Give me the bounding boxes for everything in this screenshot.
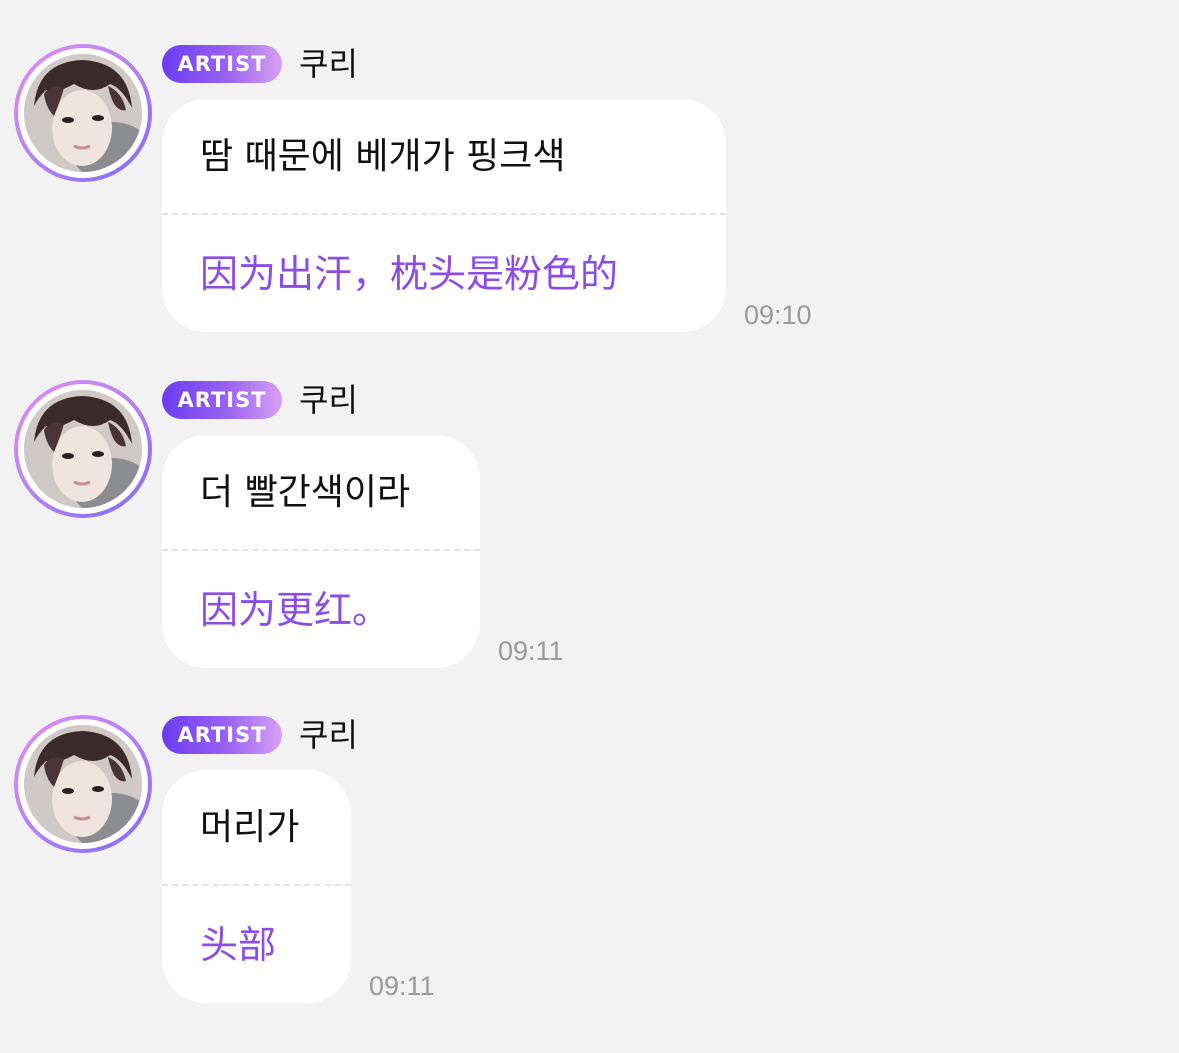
chat-message: ARTIST 쿠리 땀 때문에 베개가 핑크색 因为出汗，枕头是粉色的 09:1… — [0, 0, 1179, 335]
avatar[interactable] — [14, 715, 152, 853]
artist-badge: ARTIST — [162, 716, 282, 754]
message-translation-text: 因为出汗，枕头是粉色的 — [200, 252, 619, 296]
message-timestamp: 09:10 — [744, 300, 812, 330]
avatar-photo-icon — [24, 390, 142, 508]
avatar-photo-icon — [24, 54, 142, 172]
sender-name[interactable]: 쿠리 — [299, 42, 358, 86]
message-timestamp: 09:11 — [369, 971, 435, 1001]
avatar-photo-icon — [24, 725, 142, 843]
message-timestamp: 09:11 — [498, 636, 564, 666]
message-original-text: 더 빨간색이라 — [200, 472, 411, 513]
message-translation-text: 因为更红。 — [200, 588, 391, 632]
message-bubble[interactable]: 머리가 头部 — [162, 770, 351, 1003]
sender-name[interactable]: 쿠리 — [299, 713, 358, 757]
avatar[interactable] — [14, 44, 152, 182]
message-original-text: 땀 때문에 베개가 핑크색 — [200, 136, 566, 177]
artist-badge: ARTIST — [162, 381, 282, 419]
avatar[interactable] — [14, 380, 152, 518]
chat-message: ARTIST 쿠리 머리가 头部 09:11 — [0, 671, 1179, 1006]
message-translation-text: 头部 — [200, 923, 277, 967]
message-bubble[interactable]: 더 빨간색이라 因为更红。 — [162, 435, 480, 668]
chat-message: ARTIST 쿠리 더 빨간색이라 因为更红。 09:11 — [0, 336, 1179, 671]
message-original-text: 머리가 — [200, 807, 300, 848]
bubble-divider — [162, 549, 480, 551]
sender-name[interactable]: 쿠리 — [299, 378, 358, 422]
bubble-divider — [162, 884, 351, 886]
message-bubble[interactable]: 땀 때문에 베개가 핑크색 因为出汗，枕头是粉色的 — [162, 99, 726, 332]
bubble-divider — [162, 213, 726, 215]
artist-badge: ARTIST — [162, 45, 282, 83]
